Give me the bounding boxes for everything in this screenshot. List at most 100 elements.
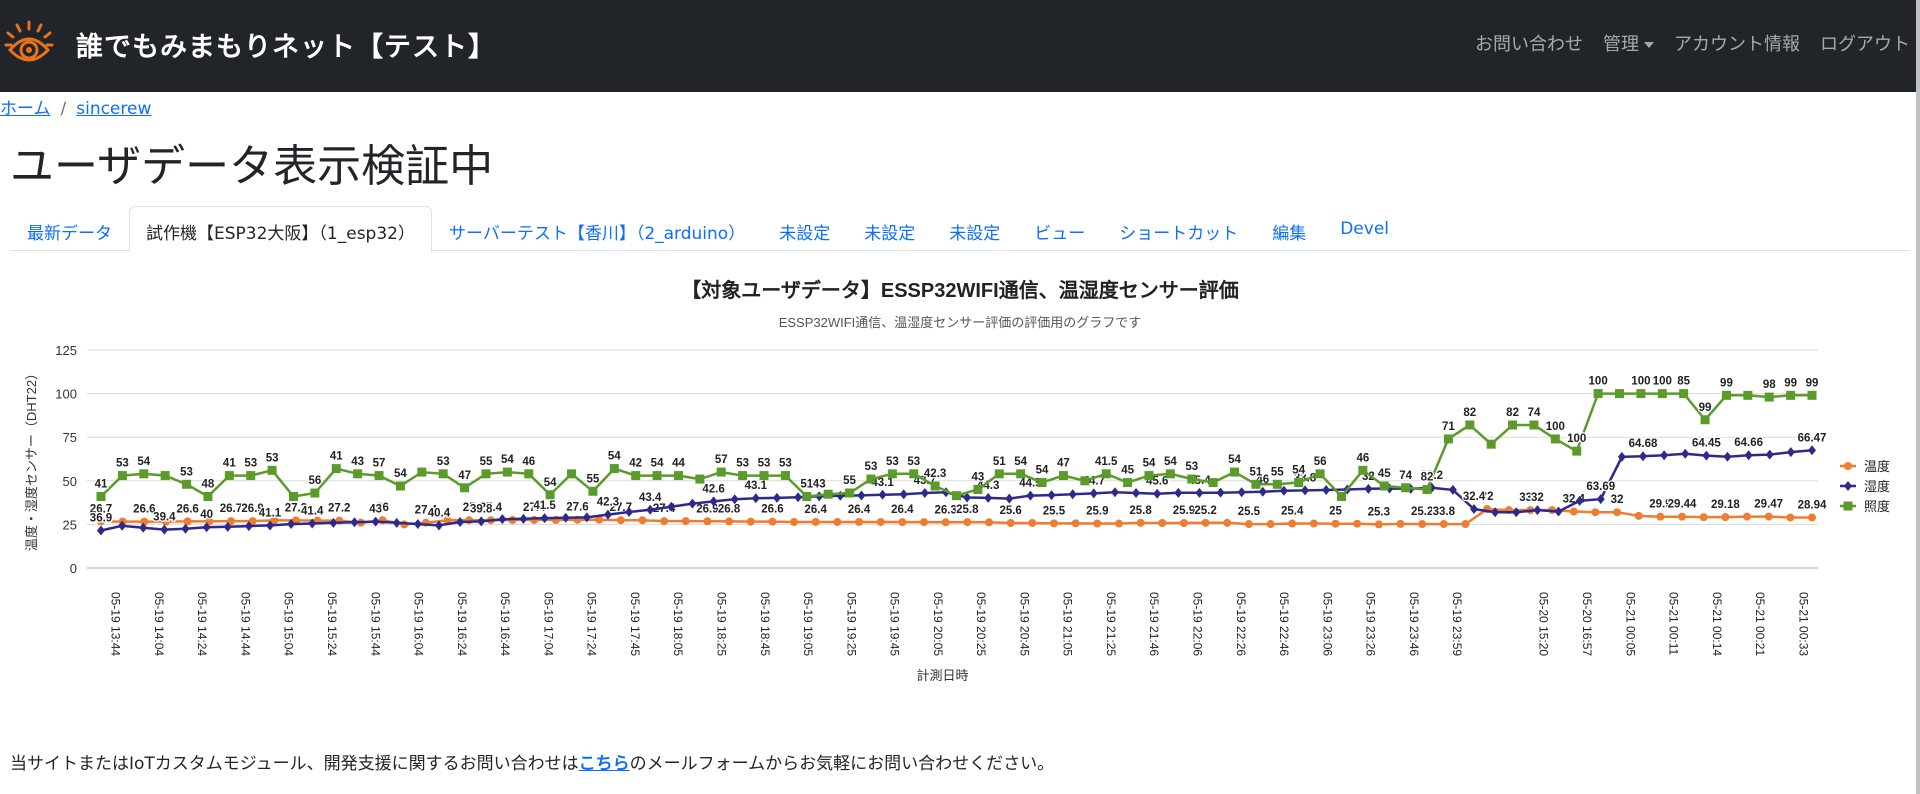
data-label: 43 bbox=[351, 456, 364, 468]
series-point-0 bbox=[1266, 520, 1275, 529]
data-label: 57 bbox=[715, 454, 728, 466]
tab-edit[interactable]: 編集 bbox=[1255, 206, 1323, 250]
series-point-2 bbox=[1272, 479, 1282, 489]
site-brand[interactable]: 誰でもみまもりネット【テスト】 bbox=[76, 25, 496, 64]
data-label: 26.7 bbox=[220, 503, 242, 515]
data-label: 54 bbox=[1036, 465, 1049, 477]
data-label: 51 bbox=[1250, 466, 1263, 478]
data-label: 26.4 bbox=[848, 504, 871, 516]
series-point-2 bbox=[823, 489, 833, 499]
data-label: 100 bbox=[1631, 376, 1650, 388]
series-point-2 bbox=[1165, 469, 1175, 479]
series-point-2 bbox=[930, 481, 940, 491]
series-point-0 bbox=[1136, 518, 1145, 527]
series-point-2 bbox=[1529, 420, 1539, 430]
nav-account-link[interactable]: アカウント情報 bbox=[1674, 30, 1800, 56]
x-tick-label: 05-21 00:05 bbox=[1623, 592, 1637, 656]
tab-latest-data[interactable]: 最新データ bbox=[10, 206, 129, 250]
x-tick-label: 05-19 20:25 bbox=[974, 592, 988, 656]
data-label: 54 bbox=[1164, 456, 1177, 468]
sensor-line-chart: 【対象ユーザデータ】ESSP32WIFI通信、温湿度センサー評価 ESSP32WI… bbox=[24, 278, 1890, 683]
series-point-1 bbox=[371, 516, 380, 527]
series-point-2 bbox=[1764, 392, 1774, 402]
y-tick-label: 100 bbox=[55, 387, 77, 402]
breadcrumb-current-link[interactable]: sincerew bbox=[76, 99, 151, 119]
y-tick-label: 75 bbox=[63, 430, 77, 445]
data-label: 47 bbox=[1057, 458, 1070, 470]
tab-unset-2[interactable]: 未設定 bbox=[847, 206, 932, 250]
data-label: 25.2 bbox=[1411, 506, 1433, 518]
series-point-2 bbox=[1572, 446, 1582, 456]
data-label: 82 bbox=[1421, 472, 1434, 484]
series-point-0 bbox=[920, 518, 929, 527]
data-label: 29.47 bbox=[1754, 499, 1783, 511]
data-label: 26.6 bbox=[133, 504, 155, 516]
series-point-1 bbox=[498, 514, 507, 525]
series-point-0 bbox=[1699, 513, 1708, 522]
nav-contact-link[interactable]: お問い合わせ bbox=[1475, 30, 1583, 56]
footer-contact-text: 当サイトまたはIoTカスタムモジュール、開発支援に関するお問い合わせはこちらのメ… bbox=[10, 749, 1054, 774]
data-label: 25.9 bbox=[1173, 505, 1195, 517]
series-point-2 bbox=[1593, 389, 1603, 399]
tab-unset-3[interactable]: 未設定 bbox=[932, 206, 1017, 250]
series-point-1 bbox=[1153, 488, 1162, 499]
footer-contact-link[interactable]: こちら bbox=[579, 754, 630, 774]
tab-devel[interactable]: Devel bbox=[1323, 206, 1406, 250]
series-point-2 bbox=[909, 469, 919, 479]
series-point-2 bbox=[395, 481, 405, 491]
nav-admin-label: 管理 bbox=[1603, 34, 1639, 55]
data-label: 100 bbox=[1546, 421, 1565, 433]
series-point-2 bbox=[631, 471, 641, 481]
data-label: 41 bbox=[330, 451, 343, 463]
data-label: 48 bbox=[202, 478, 215, 490]
x-tick-label: 05-19 16:24 bbox=[455, 592, 469, 656]
series-point-2 bbox=[460, 483, 470, 493]
series-point-2 bbox=[1208, 478, 1218, 488]
tab-server-test-kagawa[interactable]: サーバーテスト【香川】（2_arduino） bbox=[432, 206, 762, 250]
series-point-2 bbox=[588, 486, 598, 496]
series-point-0 bbox=[1093, 519, 1102, 528]
data-label: 41 bbox=[95, 478, 108, 490]
nav-logout-link[interactable]: ログアウト bbox=[1820, 30, 1910, 56]
series-point-0 bbox=[1461, 520, 1470, 529]
tab-esp32-osaka[interactable]: 試作機【ESP32大阪】（1_esp32） bbox=[129, 206, 432, 252]
series-point-2 bbox=[652, 471, 662, 481]
tab-unset-1[interactable]: 未設定 bbox=[762, 206, 847, 250]
data-label: 51 bbox=[993, 456, 1006, 468]
data-label: 42.3 bbox=[924, 468, 946, 480]
series-point-2 bbox=[1101, 469, 1111, 479]
data-label: 25.2 bbox=[1194, 505, 1216, 517]
breadcrumb-home-link[interactable]: ホーム bbox=[0, 99, 51, 119]
series-point-0 bbox=[1418, 520, 1427, 529]
tab-shortcut[interactable]: ショートカット bbox=[1102, 206, 1255, 250]
data-label: 25.6 bbox=[999, 505, 1021, 517]
series-point-2 bbox=[1187, 474, 1197, 484]
series-point-1 bbox=[1322, 485, 1331, 496]
series-point-1 bbox=[1639, 451, 1648, 462]
series-point-2 bbox=[1080, 476, 1090, 486]
series-point-1 bbox=[1765, 449, 1774, 460]
series-point-0 bbox=[638, 516, 647, 525]
series-point-2 bbox=[288, 491, 298, 501]
series-point-1 bbox=[899, 489, 908, 500]
series-point-1 bbox=[1681, 448, 1690, 459]
data-label: 40 bbox=[200, 509, 213, 521]
x-tick-label: 05-19 18:25 bbox=[714, 592, 728, 656]
series-point-1 bbox=[1089, 488, 1098, 499]
series-point-0 bbox=[1288, 519, 1297, 528]
series-point-2 bbox=[224, 471, 234, 481]
series-point-2 bbox=[1401, 483, 1411, 493]
tab-view[interactable]: ビュー bbox=[1017, 206, 1102, 250]
series-point-2 bbox=[374, 471, 384, 481]
series-point-2 bbox=[1807, 390, 1817, 400]
series-point-1 bbox=[519, 513, 528, 524]
eye-logo-icon[interactable] bbox=[4, 20, 54, 70]
data-label: 25 bbox=[1329, 506, 1342, 518]
data-label: 82 bbox=[1506, 407, 1519, 419]
series-point-1 bbox=[1174, 487, 1183, 498]
nav-admin-dropdown[interactable]: 管理 bbox=[1603, 30, 1654, 56]
data-label: 99 bbox=[1699, 402, 1712, 414]
series-point-0 bbox=[1374, 520, 1383, 529]
series-point-2 bbox=[952, 491, 961, 501]
series-point-2 bbox=[845, 488, 855, 498]
